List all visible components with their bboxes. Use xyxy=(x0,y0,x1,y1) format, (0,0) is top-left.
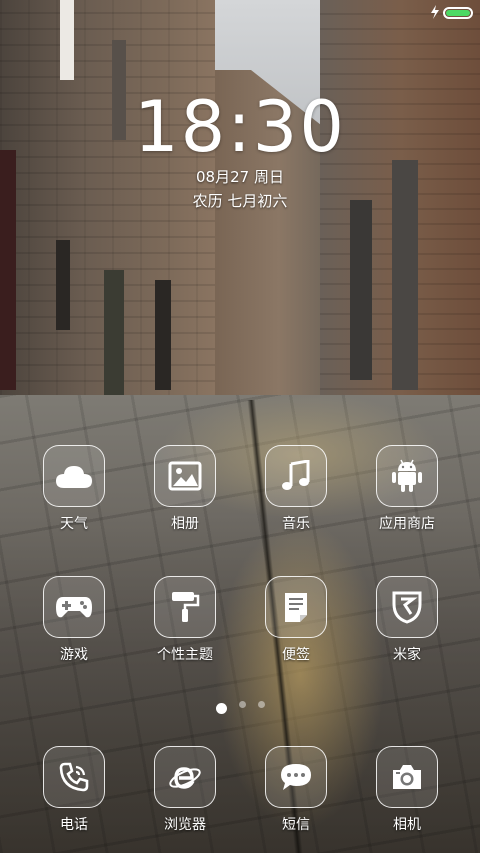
app-weather-tile[interactable] xyxy=(43,445,105,507)
app-themes-tile[interactable] xyxy=(154,576,216,638)
music-note-icon xyxy=(282,460,310,490)
app-label: 便签 xyxy=(282,647,310,663)
app-weather[interactable]: 天气 xyxy=(19,445,129,533)
picture-icon xyxy=(168,461,202,491)
app-label: 个性主题 xyxy=(157,647,213,663)
dock-app-browser[interactable]: 浏览器 xyxy=(130,746,240,834)
app-label: 天气 xyxy=(60,516,88,532)
lockscreen-clock: 18:30 08月27 周日 农历 七月初六 xyxy=(0,90,480,212)
clock-time: 18:30 xyxy=(134,86,346,168)
clock-date: 08月27 周日 xyxy=(196,168,284,186)
dock-app-phone-tile[interactable] xyxy=(43,746,105,808)
message-icon xyxy=(281,764,311,790)
app-music-tile[interactable] xyxy=(265,445,327,507)
app-label: 应用商店 xyxy=(379,516,435,532)
paint-roller-icon xyxy=(172,592,200,622)
app-label: 相机 xyxy=(393,817,421,833)
app-gallery[interactable]: 相册 xyxy=(130,445,240,533)
app-label: 游戏 xyxy=(60,647,88,663)
dock-app-camera[interactable]: 相机 xyxy=(352,746,462,834)
app-mijia[interactable]: 米家 xyxy=(352,576,462,664)
dock-app-phone[interactable]: 电话 xyxy=(19,746,129,834)
app-games[interactable]: 游戏 xyxy=(19,576,129,664)
camera-icon xyxy=(393,765,421,789)
app-notes[interactable]: 便签 xyxy=(241,576,351,664)
app-label: 浏览器 xyxy=(164,817,206,833)
battery-level xyxy=(446,10,470,16)
dock-app-camera-tile[interactable] xyxy=(376,746,438,808)
phone-icon xyxy=(59,762,89,792)
page-dot-2[interactable] xyxy=(238,701,246,708)
android-icon xyxy=(392,459,422,492)
status-bar xyxy=(0,0,480,26)
app-label: 电话 xyxy=(60,817,88,833)
charging-icon xyxy=(431,5,439,19)
page-dot-1[interactable] xyxy=(215,702,227,714)
app-store-tile[interactable] xyxy=(376,445,438,507)
note-icon xyxy=(285,593,307,622)
cloud-icon xyxy=(56,466,92,488)
app-notes-tile[interactable] xyxy=(265,576,327,638)
mijia-icon xyxy=(392,591,422,624)
page-dot-3[interactable] xyxy=(257,701,265,708)
app-games-tile[interactable] xyxy=(43,576,105,638)
dock-app-browser-tile[interactable] xyxy=(154,746,216,808)
app-label: 音乐 xyxy=(282,516,310,532)
gamepad-icon xyxy=(56,597,92,618)
dock-app-messages-tile[interactable] xyxy=(265,746,327,808)
clock-lunar-date: 农历 七月初六 xyxy=(192,192,288,210)
app-label: 相册 xyxy=(171,516,199,532)
browser-icon xyxy=(169,767,201,789)
dock-app-messages[interactable]: 短信 xyxy=(241,746,351,834)
page-indicator[interactable] xyxy=(0,701,480,714)
app-label: 短信 xyxy=(282,817,310,833)
app-label: 米家 xyxy=(393,647,421,663)
battery-icon xyxy=(443,7,473,19)
app-music[interactable]: 音乐 xyxy=(241,445,351,533)
app-store[interactable]: 应用商店 xyxy=(352,445,462,533)
app-mijia-tile[interactable] xyxy=(376,576,438,638)
app-themes[interactable]: 个性主题 xyxy=(130,576,240,664)
app-gallery-tile[interactable] xyxy=(154,445,216,507)
